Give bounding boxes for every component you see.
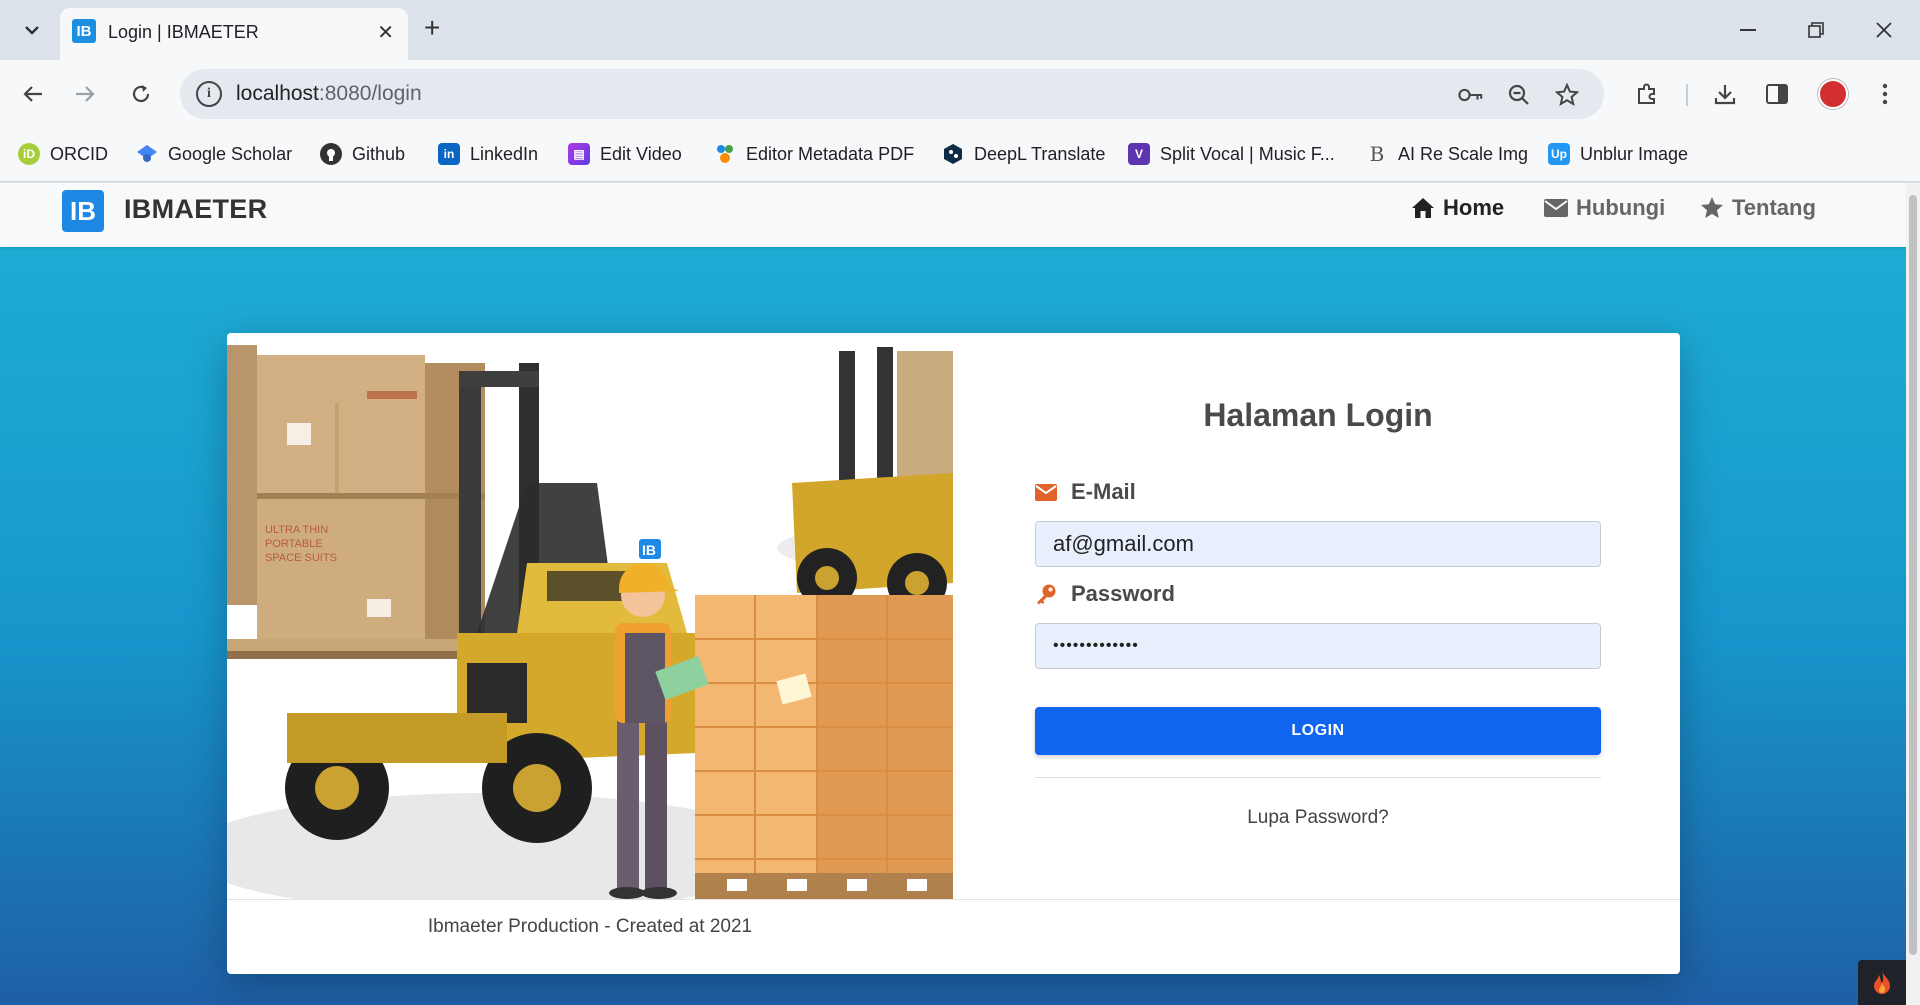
forward-arrow-icon[interactable] xyxy=(68,77,102,111)
bookmark-split-vocal[interactable]: V Split Vocal | Music F... xyxy=(1128,138,1335,170)
cardboard-box-stack: ULTRA THIN PORTABLE SPACE SUITS xyxy=(227,345,485,639)
bookmark-editor-metadata-pdf[interactable]: Editor Metadata PDF xyxy=(714,138,914,170)
tab-title: Login | IBMAETER xyxy=(108,22,259,42)
split-vocal-icon: V xyxy=(1128,143,1150,165)
bookmark-google-scholar[interactable]: Google Scholar xyxy=(136,138,292,170)
bookmark-label: Edit Video xyxy=(600,143,682,164)
bookmark-label: LinkedIn xyxy=(470,143,539,164)
bookmark-label: Unblur Image xyxy=(1580,143,1689,164)
nav-contact[interactable]: Hubungi xyxy=(1544,195,1665,221)
form-divider xyxy=(1035,777,1601,778)
password-label-text: Password xyxy=(1071,581,1175,606)
login-title: Halaman Login xyxy=(1203,397,1433,433)
bookmark-linkedin[interactable]: in LinkedIn xyxy=(438,138,538,170)
login-card: ULTRA THIN PORTABLE SPACE SUITS IB Halam… xyxy=(227,333,1680,974)
tab-search-chevron-icon[interactable] xyxy=(16,14,48,46)
toolbar-separator xyxy=(1686,84,1688,106)
card-footer: Ibmaeter Production - Created at 2021 xyxy=(227,899,1680,974)
home-icon xyxy=(1412,198,1434,218)
browser-toolbar: i localhost:8080/login xyxy=(0,60,1920,128)
back-arrow-icon[interactable] xyxy=(16,77,50,111)
download-icon[interactable] xyxy=(1708,77,1742,111)
warehouse-forklift-illustration: ULTRA THIN PORTABLE SPACE SUITS IB xyxy=(227,333,953,899)
restore-window-icon[interactable] xyxy=(1798,12,1834,48)
url-path: :8080/login xyxy=(318,82,422,105)
email-label: E-Mail xyxy=(1035,479,1136,505)
bookmark-orcid[interactable]: iD ORCID xyxy=(18,138,108,170)
bookmarks-bar: iD ORCID Google Scholar Github in LinkedIn… xyxy=(0,128,1920,182)
browser-menu-icon[interactable] xyxy=(1868,77,1902,111)
profile-avatar[interactable] xyxy=(1818,79,1848,109)
new-tab-plus-icon[interactable]: + xyxy=(424,13,440,43)
zoom-icon[interactable] xyxy=(1506,82,1532,108)
tab-favicon-icon: IB xyxy=(72,19,96,43)
pdf-metadata-icon xyxy=(714,143,736,165)
pallet-boxes xyxy=(695,595,953,899)
bookmark-label: Split Vocal | Music F... xyxy=(1160,143,1335,164)
key-icon xyxy=(1037,584,1056,605)
envelope-icon xyxy=(1035,483,1057,501)
google-scholar-icon xyxy=(136,143,158,165)
bookmark-label: Github xyxy=(352,143,406,164)
bookmark-deepl-translate[interactable]: DeepL Translate xyxy=(942,138,1105,170)
reload-icon[interactable] xyxy=(124,77,158,111)
address-bar[interactable]: i localhost:8080/login xyxy=(180,69,1604,119)
nav-about[interactable]: Tentang xyxy=(1700,195,1816,221)
linkedin-icon: in xyxy=(438,143,460,165)
unblur-icon: Up xyxy=(1548,143,1570,165)
nav-home-label: Home xyxy=(1443,195,1505,220)
site-info-icon[interactable]: i xyxy=(196,81,222,107)
svg-text:SPACE SUITS: SPACE SUITS xyxy=(265,552,337,564)
email-input[interactable]: af@gmail.com xyxy=(1035,521,1601,567)
bookmark-label: ORCID xyxy=(50,143,108,164)
bookmark-unblur-image[interactable]: Up Unblur Image xyxy=(1548,138,1688,170)
brand-logo[interactable]: IB xyxy=(62,190,104,232)
footer-text: Ibmaeter Production - Created at 2021 xyxy=(427,916,753,937)
browser-tab-active[interactable]: IB Login | IBMAETER ✕ xyxy=(60,8,408,60)
bookmark-edit-video[interactable]: ▤ Edit Video xyxy=(568,138,682,170)
nav-contact-label: Hubungi xyxy=(1576,195,1666,220)
debug-toolbar-flame-icon[interactable] xyxy=(1858,960,1906,1005)
github-icon xyxy=(320,143,342,165)
tab-close-icon[interactable]: ✕ xyxy=(377,20,394,45)
login-button[interactable]: LOGIN xyxy=(1035,707,1601,755)
ai-rescale-icon: B xyxy=(1369,142,1385,166)
password-input[interactable]: ••••••••••••• xyxy=(1035,623,1601,669)
password-label: Password xyxy=(1035,581,1175,607)
side-panel-icon[interactable] xyxy=(1760,77,1794,111)
minimize-window-icon[interactable] xyxy=(1730,12,1766,48)
close-window-icon[interactable] xyxy=(1866,12,1902,48)
brand-name[interactable]: IBMAETER xyxy=(124,194,267,225)
forgot-password-link[interactable]: Lupa Password? xyxy=(1035,807,1601,829)
address-url[interactable]: localhost:8080/login xyxy=(236,82,422,106)
nav-about-label: Tentang xyxy=(1732,195,1816,220)
password-key-icon[interactable] xyxy=(1458,82,1484,108)
helmet-badge-text: IB xyxy=(642,542,656,558)
nav-home[interactable]: Home xyxy=(1411,195,1504,221)
site-navbar: IB IBMAETER Home Hubungi Tentang xyxy=(0,183,1906,247)
bookmark-label: Google Scholar xyxy=(168,143,293,164)
extensions-puzzle-icon[interactable] xyxy=(1630,77,1664,111)
scrollbar-thumb[interactable] xyxy=(1909,195,1917,955)
envelope-icon xyxy=(1544,199,1568,217)
bookmark-label: Editor Metadata PDF xyxy=(746,143,915,164)
edit-video-icon: ▤ xyxy=(568,143,590,165)
bookmark-ai-rescale-img[interactable]: B AI Re Scale Img xyxy=(1366,138,1528,170)
bookmark-label: AI Re Scale Img xyxy=(1398,143,1529,164)
svg-text:PORTABLE: PORTABLE xyxy=(265,538,323,550)
orcid-icon: iD xyxy=(18,143,40,165)
bookmark-github[interactable]: Github xyxy=(320,138,405,170)
browser-tab-bar: IB Login | IBMAETER ✕ + xyxy=(0,0,1920,60)
page-scrollbar[interactable] xyxy=(1906,183,1920,1005)
star-icon xyxy=(1701,197,1723,218)
bookmark-label: DeepL Translate xyxy=(974,143,1106,164)
svg-text:ULTRA THIN: ULTRA THIN xyxy=(265,524,328,536)
url-host: localhost xyxy=(236,82,319,105)
email-label-text: E-Mail xyxy=(1071,479,1136,504)
deepl-icon xyxy=(942,143,964,165)
bookmark-star-icon[interactable] xyxy=(1554,82,1580,108)
page-viewport: IB IBMAETER Home Hubungi Tentang ULTRA T… xyxy=(0,183,1906,1005)
